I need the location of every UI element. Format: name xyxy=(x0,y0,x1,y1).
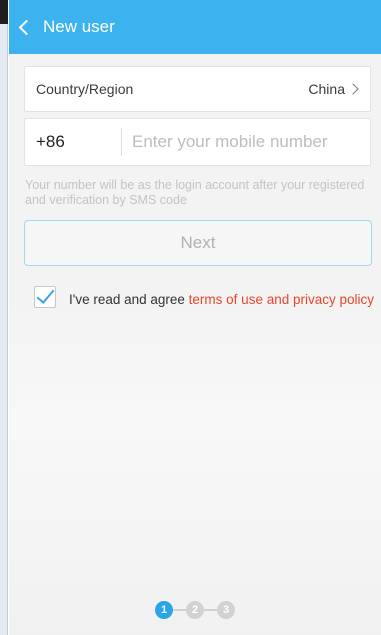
next-button[interactable]: Next xyxy=(24,220,372,266)
agreement-row: I've read and agree terms of use and pri… xyxy=(34,284,374,318)
background-window-strip xyxy=(0,0,8,635)
back-button[interactable]: New user xyxy=(9,0,125,54)
agreement-text: I've read and agree terms of use and pri… xyxy=(69,290,374,310)
step-connector xyxy=(204,609,217,611)
terms-link[interactable]: terms of use and privacy policy xyxy=(189,292,374,307)
chevron-left-icon xyxy=(18,19,35,35)
agree-checkbox[interactable] xyxy=(34,285,56,308)
country-region-label: Country/Region xyxy=(36,81,134,97)
step-connector xyxy=(173,609,186,611)
step-3: 3 xyxy=(217,601,235,619)
country-region-value: China xyxy=(308,81,345,97)
step-indicator: 1 2 3 xyxy=(155,600,235,620)
app-screen: New user Country/Region China +86 Your n… xyxy=(9,0,381,635)
mobile-number-input[interactable] xyxy=(122,122,370,162)
header-bar: New user xyxy=(9,0,381,54)
country-code: +86 xyxy=(36,132,65,151)
hint-text: Your number will be as the login account… xyxy=(25,178,365,207)
country-region-selector[interactable]: Country/Region China xyxy=(24,66,371,112)
phone-row: +86 xyxy=(24,118,371,166)
step-1: 1 xyxy=(155,601,173,619)
step-2: 2 xyxy=(186,601,204,619)
checkmark-icon xyxy=(36,285,55,304)
background-window-titlebar xyxy=(0,0,8,24)
page-title: New user xyxy=(43,17,115,36)
chevron-right-icon xyxy=(347,83,359,95)
agreement-prefix: I've read and agree xyxy=(69,292,189,307)
country-region-value-wrapper: China xyxy=(308,81,360,97)
